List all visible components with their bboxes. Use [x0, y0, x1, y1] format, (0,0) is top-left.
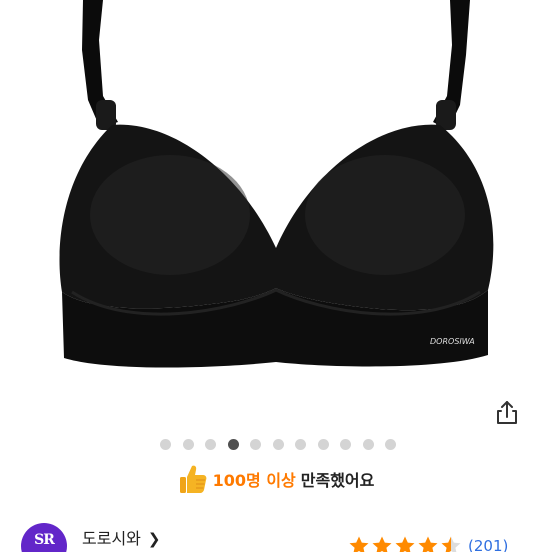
star-icon: [372, 536, 392, 552]
carousel-indicator[interactable]: [0, 437, 552, 453]
star-icon: [418, 536, 438, 552]
carousel-dot[interactable]: [295, 439, 306, 450]
brand-tag: DOROSIWA: [430, 337, 475, 346]
seller-avatar[interactable]: SR: [21, 523, 67, 552]
rating[interactable]: (201): [348, 535, 508, 552]
share-button[interactable]: [492, 398, 522, 428]
rating-stars: [348, 535, 463, 552]
seller-name: 도로시와: [82, 529, 141, 548]
carousel-dot[interactable]: [205, 439, 216, 450]
product-image[interactable]: DOROSIWA: [0, 0, 552, 425]
carousel-dot[interactable]: [160, 439, 171, 450]
satisfaction-highlight: 100명 이상: [212, 471, 296, 490]
satisfaction-banner: 100명 이상 만족했어요: [0, 462, 552, 496]
seller-row: SR 도로시와 ❯ (201): [0, 514, 552, 552]
seller-link[interactable]: 도로시와 ❯: [82, 525, 160, 549]
thumbs-up-icon: [179, 465, 206, 493]
carousel-dot[interactable]: [385, 439, 396, 450]
carousel-dot[interactable]: [250, 439, 261, 450]
star-icon: [441, 536, 461, 552]
carousel-dot[interactable]: [272, 439, 284, 450]
review-count[interactable]: (201): [468, 537, 508, 552]
satisfaction-text: 만족했어요: [300, 471, 375, 490]
share-icon: [497, 401, 517, 424]
carousel-dot[interactable]: [317, 439, 329, 450]
star-icon: [349, 536, 369, 552]
carousel-dot[interactable]: [340, 439, 351, 450]
star-icon: [395, 536, 415, 552]
product-page: DOROSIWA 100명 이상 만족했어요 SR 도로시와 ❯ (201): [0, 0, 552, 552]
seller-avatar-logo: SR: [34, 532, 55, 548]
carousel-dot[interactable]: [362, 439, 374, 450]
chevron-right-icon: ❯: [147, 530, 161, 548]
carousel-dot[interactable]: [182, 439, 194, 450]
carousel-dot[interactable]: [227, 439, 239, 450]
